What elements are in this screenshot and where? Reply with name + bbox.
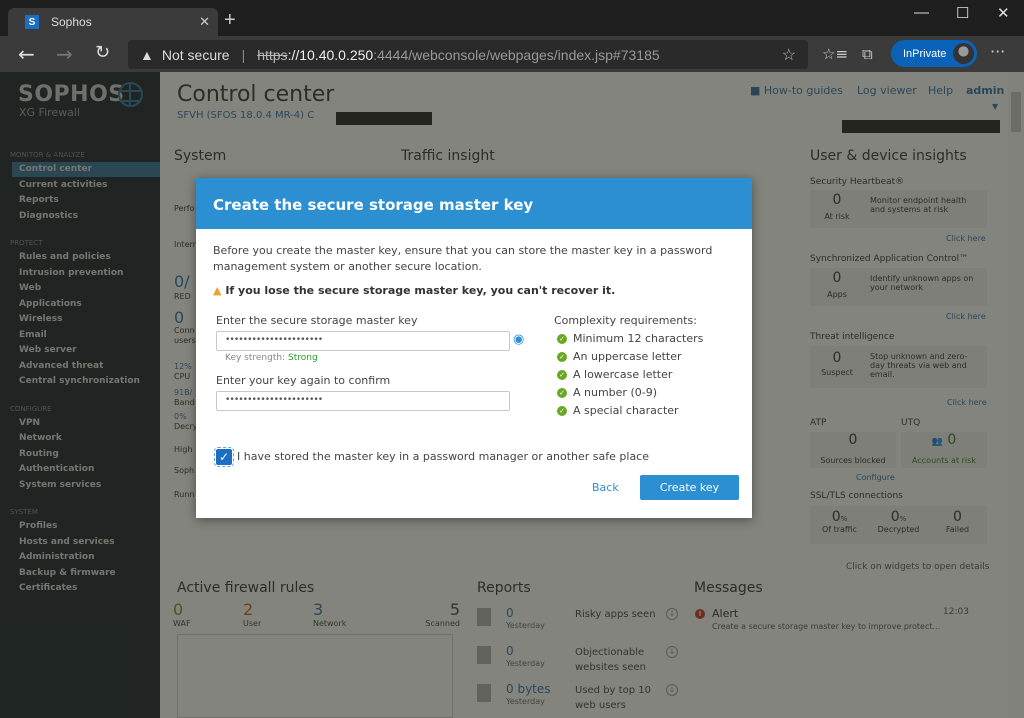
confirm-key-input[interactable]: ••••••••••••••••••••••: [216, 391, 510, 411]
refresh-icon[interactable]: ↻: [95, 42, 110, 63]
requirement-item: ✓ A lowercase letter: [557, 368, 672, 381]
strength-label: Key strength:: [225, 353, 286, 363]
inprivate-badge[interactable]: InPrivate: [891, 40, 977, 67]
requirement-item: ✓ An uppercase letter: [557, 350, 682, 363]
show-password-eye-icon[interactable]: ◉: [513, 332, 524, 347]
dialog-title: Create the secure storage master key: [196, 178, 752, 229]
check-circle-icon: ✓: [557, 352, 567, 362]
key-label: Enter the secure storage master key: [216, 314, 418, 327]
inprivate-label: InPrivate: [903, 47, 947, 60]
tab-title: Sophos: [51, 15, 92, 29]
dialog-intro: Before you create the master key, ensure…: [213, 244, 713, 273]
collections-icon[interactable]: ⧉: [862, 45, 873, 63]
requirement-label: A number (0-9): [573, 386, 657, 399]
close-window-button[interactable]: ✕: [997, 4, 1010, 22]
requirement-item: ✓ A special character: [557, 404, 679, 417]
requirement-label: Minimum 12 characters: [573, 332, 704, 345]
more-menu-icon[interactable]: ···: [990, 42, 1005, 61]
back-button[interactable]: Back: [592, 481, 619, 494]
requirement-item: ✓ Minimum 12 characters: [557, 332, 703, 345]
back-arrow-icon[interactable]: ←: [18, 42, 35, 66]
check-circle-icon: ✓: [557, 370, 567, 380]
favorite-star-icon[interactable]: ☆: [782, 45, 796, 65]
requirements-title: Complexity requirements:: [554, 314, 697, 327]
dialog-warning: If you lose the secure storage master ke…: [225, 284, 616, 297]
checkbox-label[interactable]: I have stored the master key in a passwo…: [237, 450, 649, 463]
check-circle-icon: ✓: [557, 334, 567, 344]
stored-key-checkbox[interactable]: ✓: [214, 447, 234, 467]
security-label[interactable]: Not secure: [162, 47, 230, 63]
requirement-item: ✓ A number (0-9): [557, 386, 657, 399]
sophos-favicon-icon: S: [25, 15, 39, 29]
requirement-label: A lowercase letter: [573, 368, 673, 381]
url-host: ://10.40.0.250: [287, 46, 374, 63]
browser-titlebar: S Sophos ✕ + — ☐ ✕: [0, 0, 1024, 36]
confirm-label: Enter your key again to confirm: [216, 374, 391, 387]
url-input[interactable]: ▲ Not secure | https ://10.40.0.250 :444…: [128, 40, 808, 69]
address-bar-row: ← → ↻ ▲ Not secure | https ://10.40.0.25…: [0, 36, 1024, 72]
minimize-button[interactable]: —: [914, 4, 929, 21]
master-key-input[interactable]: ••••••••••••••••••••••: [216, 331, 510, 351]
profile-avatar[interactable]: [953, 43, 974, 64]
browser-tab[interactable]: S Sophos ✕: [8, 8, 218, 36]
favorites-list-icon[interactable]: ☆≡: [822, 45, 848, 63]
check-circle-icon: ✓: [557, 406, 567, 416]
url-scheme: https: [257, 46, 288, 63]
warning-triangle-icon: ▲: [213, 284, 222, 297]
close-tab-icon[interactable]: ✕: [199, 15, 210, 30]
new-tab-button[interactable]: +: [224, 9, 236, 32]
master-key-dialog: Create the secure storage master key Bef…: [196, 178, 752, 518]
create-key-button[interactable]: Create key: [640, 475, 739, 500]
warning-icon: ▲: [140, 46, 154, 63]
requirement-label: An uppercase letter: [573, 350, 682, 363]
check-circle-icon: ✓: [557, 388, 567, 398]
requirement-label: A special character: [573, 404, 679, 417]
url-path: :4444/webconsole/webpages/index.jsp#7318…: [373, 46, 660, 63]
forward-arrow-icon[interactable]: →: [56, 42, 73, 66]
strength-value: Strong: [288, 353, 318, 363]
maximize-button[interactable]: ☐: [956, 4, 969, 22]
